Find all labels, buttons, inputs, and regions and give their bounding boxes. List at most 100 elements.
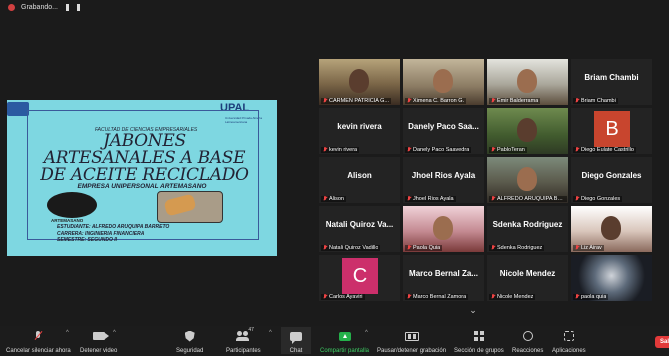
participant-tile[interactable]: Liz Airav <box>571 206 652 252</box>
muted-mic-icon <box>575 294 579 300</box>
share-screen-button[interactable]: Compartir pantalla <box>320 329 369 354</box>
participant-name-tag: Nicole Mendez <box>489 294 536 300</box>
participant-name-tag: paola quia <box>573 294 609 300</box>
audio-options-caret[interactable]: ^ <box>66 330 69 336</box>
breakout-rooms-button[interactable]: Sección de grupos <box>454 329 504 354</box>
participant-name-tag: CARMEN PATRICIA G... <box>321 98 391 104</box>
participant-tile[interactable]: Briam Chambi Briam Chambi <box>571 59 652 105</box>
muted-mic-icon <box>407 196 411 202</box>
shared-screen[interactable]: UPAL Universidad Privada Abierta Latinoa… <box>7 100 277 256</box>
top-status-bar: Grabando... <box>0 0 669 14</box>
meeting-window: Grabando... UPAL Universidad Privada Abi… <box>0 0 669 356</box>
muted-mic-icon <box>34 331 42 341</box>
participant-tile[interactable]: Nicole Mendez Nicole Mendez <box>487 255 568 301</box>
muted-mic-icon <box>575 147 579 153</box>
apps-label: Aplicaciones <box>552 348 586 354</box>
participant-tile[interactable]: Jhoel Rios Ayala Jhoel Rios Ayala <box>403 157 484 203</box>
participant-tile[interactable]: CARMEN PATRICIA G... <box>319 59 400 105</box>
participant-tile[interactable]: Sdenka Rodriguez Sdenka Rodriguez <box>487 206 568 252</box>
security-label: Seguridad <box>176 348 204 354</box>
participant-tile[interactable]: PabloTeran <box>487 108 568 154</box>
participant-name-tag: Danely Paco Saavedra <box>405 147 472 153</box>
participant-name: Alison <box>329 196 344 202</box>
participant-name-tag: Natali Quiroz Vadillo <box>321 245 381 251</box>
participant-name: Danely Paco Saavedra <box>413 147 470 153</box>
participant-name-tag: Ximena C. Barron G. <box>405 98 467 104</box>
participant-display-name: Marco Bernal Za... <box>409 269 478 278</box>
participant-tile[interactable]: Natali Quiroz Va... Natali Quiroz Vadillo <box>319 206 400 252</box>
participants-options-caret[interactable]: ^ <box>269 330 272 336</box>
participant-name-tag: Sdenka Rodriguez <box>489 245 545 251</box>
participant-name: ALFREDO ARUQUIPA BA... <box>497 196 565 202</box>
pause-icon[interactable] <box>65 3 69 11</box>
chat-button[interactable]: Chat <box>281 327 311 354</box>
pause-stop-record-icon <box>404 331 419 341</box>
apps-button[interactable]: Aplicaciones <box>552 329 586 354</box>
muted-mic-icon <box>323 147 327 153</box>
share-screen-label: Compartir pantalla <box>320 348 370 354</box>
slide-title: JABONES ARTESANALES A BASE DE ACEITE REC… <box>40 131 249 185</box>
muted-mic-icon <box>575 196 579 202</box>
participant-name: Diego Gonzales <box>581 196 621 202</box>
muted-mic-icon <box>323 196 327 202</box>
participant-tile[interactable]: Marco Bernal Za... Marco Bernal Zamora <box>403 255 484 301</box>
recording-dot-icon <box>8 3 15 11</box>
participant-name-tag: Alison <box>321 196 346 202</box>
participant-tile[interactable]: Paola Quia <box>403 206 484 252</box>
muted-mic-icon <box>575 245 579 251</box>
participant-tile[interactable]: Alison Alison <box>319 157 400 203</box>
student-line: ESTUDIANTE: ALFREDO ARUQUIPA BARRETO <box>57 224 170 230</box>
participant-name: Paola Quia <box>413 245 441 251</box>
video-options-caret[interactable]: ^ <box>113 330 116 336</box>
record-button[interactable]: Pausar/detener grabación <box>377 329 446 354</box>
breakout-grid-icon <box>473 331 484 341</box>
participant-name-tag: Emir Balderrama <box>489 98 541 104</box>
participant-tile[interactable]: Ximena C. Barron G. <box>403 59 484 105</box>
participant-face <box>517 69 537 93</box>
participant-name: PabloTeran <box>497 147 525 153</box>
participant-tile[interactable]: Emir Balderrama <box>487 59 568 105</box>
participant-tile[interactable]: Diego Gonzales Diego Gonzales <box>571 157 652 203</box>
participant-name-tag: Diego Gonzales <box>573 196 623 202</box>
reactions-button[interactable]: Reacciones <box>512 329 543 354</box>
participant-tile[interactable]: C Carlos Ayaviri <box>319 255 400 301</box>
chevron-down-icon[interactable]: ⌄ <box>465 304 481 316</box>
participant-tile[interactable]: paola quia <box>571 255 652 301</box>
stop-video-button[interactable]: Detener video <box>80 329 117 354</box>
participant-name: kevin rivera <box>329 147 358 153</box>
shield-icon <box>184 330 195 342</box>
participant-face <box>349 69 369 93</box>
participant-tile[interactable]: Danely Paco Saa... Danely Paco Saavedra <box>403 108 484 154</box>
participant-name: paola quia <box>581 294 607 300</box>
security-button[interactable]: Seguridad <box>176 329 203 354</box>
participant-tile[interactable]: ALFREDO ARUQUIPA BA... <box>487 157 568 203</box>
smile-icon <box>522 331 533 341</box>
left-logo-icon <box>7 102 29 116</box>
participant-name: Natali Quiroz Vadillo <box>329 245 379 251</box>
muted-mic-icon <box>323 294 327 300</box>
participant-name-tag: Briam Chambi <box>573 98 618 104</box>
breakout-label: Sección de grupos <box>454 348 504 354</box>
share-options-caret[interactable]: ^ <box>365 330 368 336</box>
participant-face <box>601 216 621 240</box>
slide-student-info: ESTUDIANTE: ALFREDO ARUQUIPA BARRETO CAR… <box>57 224 169 244</box>
stop-icon[interactable] <box>76 3 80 11</box>
participants-button[interactable]: 47 Participantes <box>226 327 261 354</box>
muted-mic-icon <box>407 98 411 104</box>
reactions-label: Reacciones <box>512 348 544 354</box>
participant-tile[interactable]: B Diego Eulate Castrillo <box>571 108 652 154</box>
participant-name-tag: Carlos Ayaviri <box>321 294 365 300</box>
participant-name-tag: Marco Bernal Zamora <box>405 294 469 300</box>
participant-name-tag: Liz Airav <box>573 245 604 251</box>
participant-display-name: Diego Gonzales <box>581 171 642 180</box>
unmute-button[interactable]: Cancelar silenciar ahora <box>6 329 71 354</box>
participant-display-name: Alison <box>347 171 372 180</box>
end-meeting-button[interactable]: Sali <box>655 336 669 348</box>
participant-name: Liz Airav <box>581 245 602 251</box>
participant-display-name: Briam Chambi <box>584 73 639 82</box>
participant-name: Carlos Ayaviri <box>329 294 363 300</box>
participant-name-tag: Diego Eulate Castrillo <box>573 147 636 153</box>
muted-mic-icon <box>491 196 495 202</box>
participant-tile[interactable]: kevin rivera kevin rivera <box>319 108 400 154</box>
participant-name-tag: kevin rivera <box>321 147 360 153</box>
